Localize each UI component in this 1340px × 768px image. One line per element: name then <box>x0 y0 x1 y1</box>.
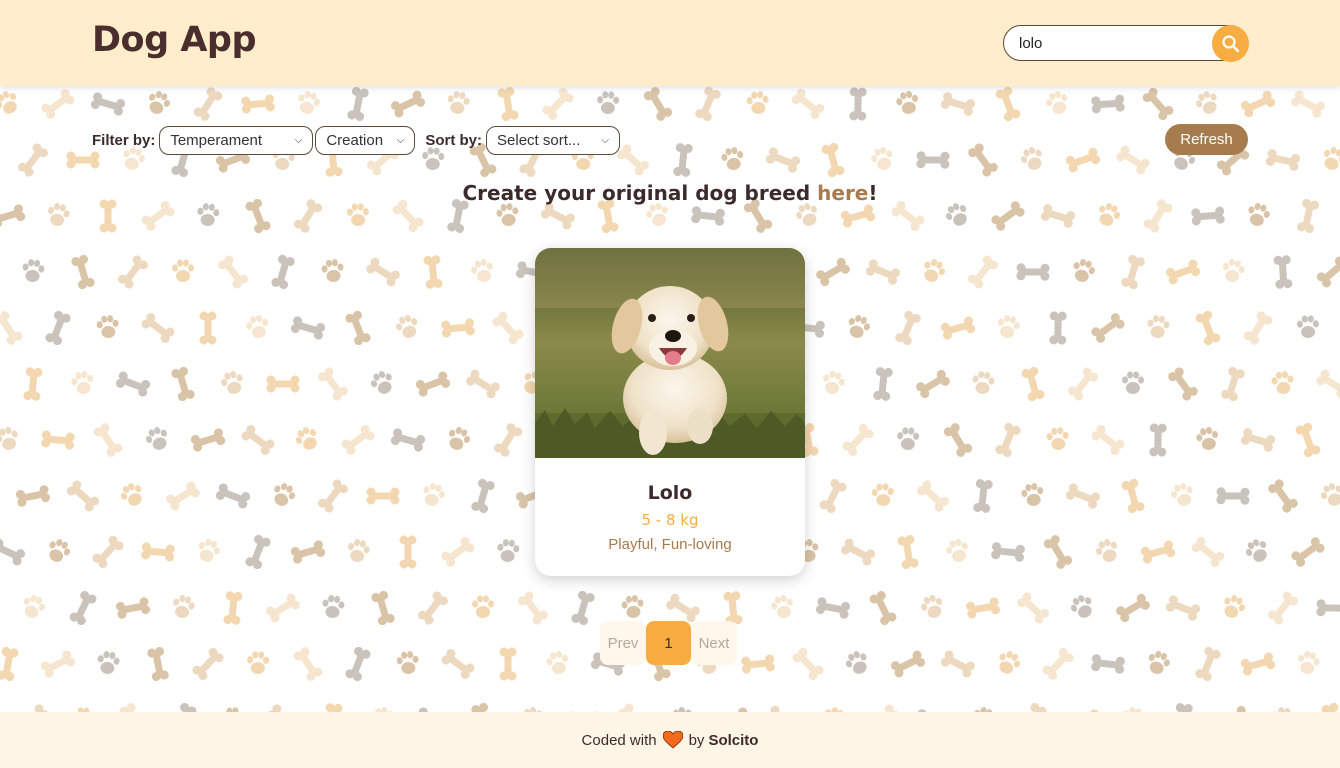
temperament-select[interactable]: Temperament ⌵ <box>159 125 314 155</box>
search-icon <box>1221 34 1239 52</box>
create-prompt-suffix: ! <box>868 181 878 205</box>
search-input[interactable] <box>1019 32 1209 54</box>
footer-author: Solcito <box>708 731 759 749</box>
dog-temperaments: Playful, Fun-loving <box>608 536 732 553</box>
temperament-select-value: Temperament <box>170 131 263 149</box>
dog-weight: 5 - 8 kg <box>641 511 699 529</box>
pagination: Prev 1 Next <box>600 621 737 665</box>
dog-photo <box>535 248 805 458</box>
chevron-down-icon: ⌵ <box>294 134 303 146</box>
create-breed-prompt: Create your original dog breed here! <box>0 181 1340 205</box>
chevron-down-icon: ⌵ <box>396 134 405 146</box>
prev-page-button[interactable]: Prev <box>600 621 646 665</box>
refresh-button[interactable]: Refresh <box>1165 124 1248 155</box>
heart-icon <box>662 731 683 749</box>
footer: Coded with by Solcito <box>0 712 1340 768</box>
search-box <box>1003 25 1249 62</box>
footer-by: by <box>688 731 705 749</box>
footer-text: Coded with <box>581 731 657 749</box>
creation-select[interactable]: Creation ⌵ <box>315 125 416 155</box>
create-prompt-text: Create your original dog breed <box>462 181 818 205</box>
app-title: Dog App <box>92 20 257 60</box>
sort-select-value: Select sort... <box>497 131 581 149</box>
create-breed-link[interactable]: here <box>817 181 868 205</box>
dog-name: Lolo <box>647 482 693 504</box>
chevron-down-icon: ⌵ <box>601 134 610 146</box>
creation-select-value: Creation <box>326 131 384 149</box>
sort-label: Sort by: <box>425 131 483 149</box>
dog-card[interactable]: Lolo 5 - 8 kg Playful, Fun-loving <box>535 248 805 576</box>
filter-label: Filter by: <box>92 131 156 149</box>
top-header: Dog App <box>0 0 1340 86</box>
filter-toolbar: Filter by: Temperament ⌵ Creation ⌵ Sort… <box>92 125 622 155</box>
sort-select[interactable]: Select sort... ⌵ <box>486 125 621 155</box>
next-page-button[interactable]: Next <box>691 621 737 665</box>
search-button[interactable] <box>1212 25 1249 62</box>
page-1-button[interactable]: 1 <box>646 621 691 665</box>
